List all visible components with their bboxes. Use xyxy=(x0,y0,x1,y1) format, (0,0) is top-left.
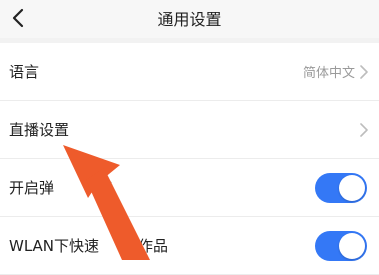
settings-row-language[interactable]: 语言 简体中文 xyxy=(0,43,379,101)
barrage-label-tail: 能 xyxy=(98,179,114,197)
settings-list: 语言 简体中文 直播设置 开启弹 能 WLAN下快速 传作品 xyxy=(0,43,379,275)
barrage-label-head: 开启弹 xyxy=(9,179,55,197)
chevron-right-icon xyxy=(360,64,368,79)
wlan-label-head: WLAN下快速 xyxy=(9,237,100,255)
barrage-label: 开启弹 能 xyxy=(9,177,315,198)
wlan-label-tail: 传作品 xyxy=(123,237,169,255)
settings-row-wlan-upload: WLAN下快速 传作品 xyxy=(0,217,379,275)
settings-row-live[interactable]: 直播设置 xyxy=(0,101,379,159)
barrage-toggle[interactable] xyxy=(315,172,367,203)
toggle-knob xyxy=(339,232,365,259)
toggle-knob xyxy=(339,174,365,201)
chevron-right-icon xyxy=(360,122,368,137)
nav-bar: 通用设置 xyxy=(0,0,379,38)
page-title: 通用设置 xyxy=(157,10,222,29)
settings-row-barrage: 开启弹 能 xyxy=(0,159,379,217)
language-label: 语言 xyxy=(9,63,40,81)
wlan-upload-label: WLAN下快速 传作品 xyxy=(9,235,315,256)
language-value: 简体中文 xyxy=(302,66,355,81)
live-settings-label: 直播设置 xyxy=(9,121,70,139)
wlan-upload-toggle[interactable] xyxy=(315,230,367,261)
